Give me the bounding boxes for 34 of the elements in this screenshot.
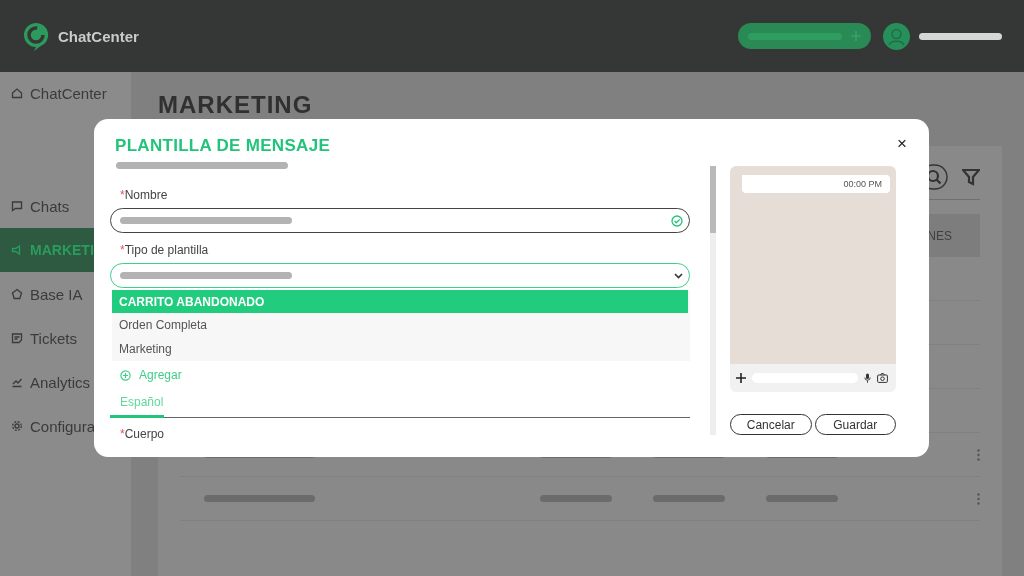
avatar-icon[interactable]	[883, 22, 910, 50]
field-label: *Cuerpo	[120, 425, 166, 442]
create-button[interactable]	[738, 23, 871, 49]
logo-text: ChatCenter	[58, 27, 139, 45]
logo-icon	[22, 21, 50, 51]
scrollbar[interactable]	[710, 166, 716, 435]
pentagon-icon	[11, 288, 23, 300]
dialog-title: PLANTILLA DE MENSAJE	[115, 136, 332, 156]
plus-icon	[736, 373, 746, 383]
camera-icon	[877, 373, 888, 383]
message-time: 00:00 PM	[843, 179, 882, 189]
close-button[interactable]: ×	[897, 135, 907, 153]
megaphone-icon	[11, 244, 23, 256]
cancel-button[interactable]: Cancelar	[730, 414, 812, 435]
language-tab[interactable]: Español	[110, 395, 164, 418]
home-icon	[11, 87, 23, 99]
page-title: MARKETING	[158, 92, 314, 118]
sidebar-item[interactable]: ChatCenter	[0, 82, 131, 104]
more-icon[interactable]	[977, 448, 980, 461]
note-icon	[11, 332, 23, 344]
add-icon	[120, 369, 131, 381]
field-label: *Nombre	[120, 187, 169, 203]
plus-icon	[851, 31, 861, 41]
dropdown-option[interactable]: CARRITO ABANDONADO	[112, 290, 688, 313]
more-icon[interactable]	[977, 492, 980, 505]
chart-icon	[11, 376, 23, 388]
gear-icon	[11, 420, 23, 432]
chat-icon	[11, 200, 23, 212]
filter-icon[interactable]	[962, 168, 980, 186]
add-button[interactable]: Agregar	[110, 367, 690, 383]
microphone-icon	[864, 373, 871, 383]
save-button[interactable]: Guardar	[814, 414, 896, 435]
check-icon	[671, 214, 683, 227]
chevron-icon	[674, 272, 683, 279]
